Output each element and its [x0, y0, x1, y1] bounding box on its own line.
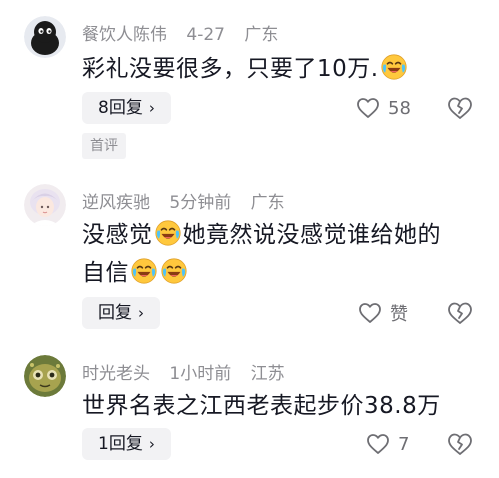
avatar-image	[24, 184, 66, 226]
comment-location: 广东	[244, 25, 279, 45]
avatar-image	[24, 16, 66, 58]
comment-location: 广东	[250, 193, 285, 213]
comment-text: 世界名表之江西老表起步价38.8万	[82, 387, 482, 425]
chevron-right-icon: ›	[148, 99, 155, 117]
comment-text-part: 彩礼没要很多，只要了10万.	[82, 56, 379, 82]
comment-time: 1小时前	[169, 364, 232, 384]
comment-meta: 餐饮人陈伟 4-27 广东	[82, 20, 292, 45]
comment-text-part: 世界名表之江西老表起步价38.8万	[82, 393, 441, 419]
comment-time: 4-27	[186, 25, 225, 45]
broken-heart-icon[interactable]	[447, 95, 473, 121]
like-button[interactable]: 7	[366, 428, 446, 460]
avatar[interactable]	[24, 184, 66, 226]
author-name[interactable]: 逆风疾驰	[82, 193, 150, 213]
laughing-crying-emoji-icon	[155, 220, 181, 246]
comment-text: 没感觉 她竟然说没感觉谁给她的 自信	[82, 216, 482, 292]
comment-text-part: 她竟然说没感觉谁给她的	[182, 222, 441, 248]
avatar[interactable]	[24, 355, 66, 397]
laughing-crying-emoji-icon	[131, 258, 157, 284]
comment-text: 彩礼没要很多，只要了10万.	[82, 50, 482, 88]
heart-outline-icon	[366, 433, 390, 455]
author-name[interactable]: 时光老头	[82, 364, 150, 384]
comment-meta: 时光老头 1小时前 江苏	[82, 359, 299, 384]
comment-time: 5分钟前	[169, 193, 232, 213]
avatar[interactable]	[24, 16, 66, 58]
heart-outline-icon	[356, 97, 380, 119]
first-comment-badge: 首评	[82, 133, 126, 159]
reply-button[interactable]: 8回复 ›	[82, 92, 171, 124]
author-name[interactable]: 餐饮人陈伟	[82, 25, 167, 45]
like-count: 58	[388, 97, 411, 119]
avatar-image	[24, 355, 66, 397]
like-count: 赞	[390, 304, 408, 325]
comment-meta: 逆风疾驰 5分钟前 广东	[82, 188, 299, 213]
comment-text-part: 没感觉	[82, 222, 153, 248]
reply-label: 1回复	[98, 434, 143, 454]
reply-button[interactable]: 回复 ›	[82, 297, 160, 329]
like-button[interactable]: 赞	[358, 297, 438, 329]
like-count: 7	[398, 433, 410, 455]
heart-outline-icon	[358, 302, 382, 324]
comment-text-part: 自信	[82, 260, 129, 286]
reply-button[interactable]: 1回复 ›	[82, 428, 171, 460]
chevron-right-icon: ›	[138, 304, 144, 322]
reply-label: 8回复	[98, 98, 143, 118]
chevron-right-icon: ›	[148, 435, 155, 453]
broken-heart-icon[interactable]	[447, 431, 473, 457]
reply-label: 回复	[98, 303, 132, 323]
broken-heart-icon[interactable]	[447, 300, 473, 326]
laughing-crying-emoji-icon	[161, 258, 187, 284]
like-button[interactable]: 58	[356, 92, 436, 124]
comment-location: 江苏	[250, 364, 285, 384]
laughing-crying-emoji-icon	[381, 54, 407, 80]
